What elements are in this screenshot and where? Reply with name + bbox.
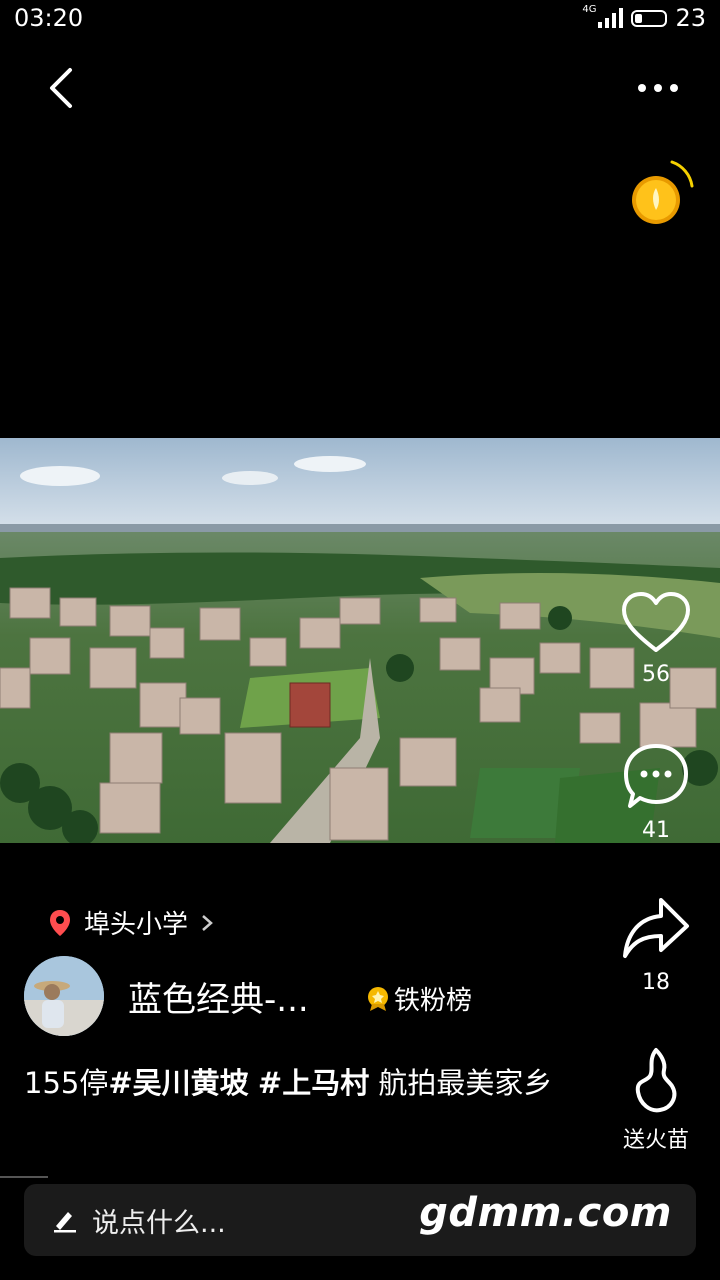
network-type: 4G (582, 3, 597, 15)
location-name: 埠头小学 (84, 910, 189, 940)
status-time: 03:20 (14, 4, 84, 32)
chevron-left-icon (50, 68, 72, 108)
avatar[interactable] (24, 956, 104, 1036)
watermark: gdmm.com (419, 1190, 672, 1236)
comment-placeholder: 说点什么... (92, 1207, 226, 1239)
more-dots-icon (638, 84, 646, 92)
status-indicators: 4G 23 (582, 3, 706, 33)
caption-text: 航拍最美家乡 (378, 1066, 553, 1100)
flame-icon (635, 1048, 677, 1113)
battery-icon (631, 9, 668, 27)
hashtag-link[interactable]: #吴川黄坡 (108, 1066, 248, 1100)
fans-rank-label: 铁粉榜 (394, 986, 473, 1016)
fans-rank-button[interactable]: 铁粉榜 (366, 980, 472, 1017)
share-count: 18 (642, 970, 670, 995)
coin-reward-button[interactable] (626, 156, 700, 230)
post-caption: 155停#吴川黄坡 #上马村 航拍最美家乡 (24, 1062, 564, 1104)
location-tag[interactable]: 埠头小学 (48, 904, 214, 941)
location-pin-icon (50, 909, 70, 936)
divider (0, 1176, 48, 1178)
comment-button[interactable]: 41 (611, 742, 701, 843)
share-arrow-icon (623, 898, 689, 958)
send-flame-button[interactable]: 送火苗 (611, 1046, 701, 1154)
heart-icon (622, 592, 690, 652)
caption-prefix: 155停 (24, 1066, 109, 1100)
avatar-image (24, 956, 104, 1036)
hashtag-link[interactable]: #上马村 (258, 1066, 369, 1100)
battery-level: 23 (675, 4, 706, 32)
comment-bubble-icon (624, 744, 688, 808)
back-button[interactable] (40, 62, 88, 114)
comment-count: 41 (642, 818, 670, 843)
like-count: 56 (642, 662, 670, 687)
more-button[interactable] (628, 70, 688, 106)
gold-coin-icon (632, 160, 694, 224)
medal-icon (368, 986, 388, 1011)
signal-icon (598, 8, 624, 28)
pencil-icon (54, 1212, 76, 1233)
chevron-right-icon (202, 914, 213, 931)
send-flame-label: 送火苗 (622, 1128, 689, 1153)
author-name[interactable]: 蓝色经典-... (128, 972, 309, 1021)
share-button[interactable]: 18 (611, 894, 701, 995)
like-button[interactable]: 56 (611, 590, 701, 687)
